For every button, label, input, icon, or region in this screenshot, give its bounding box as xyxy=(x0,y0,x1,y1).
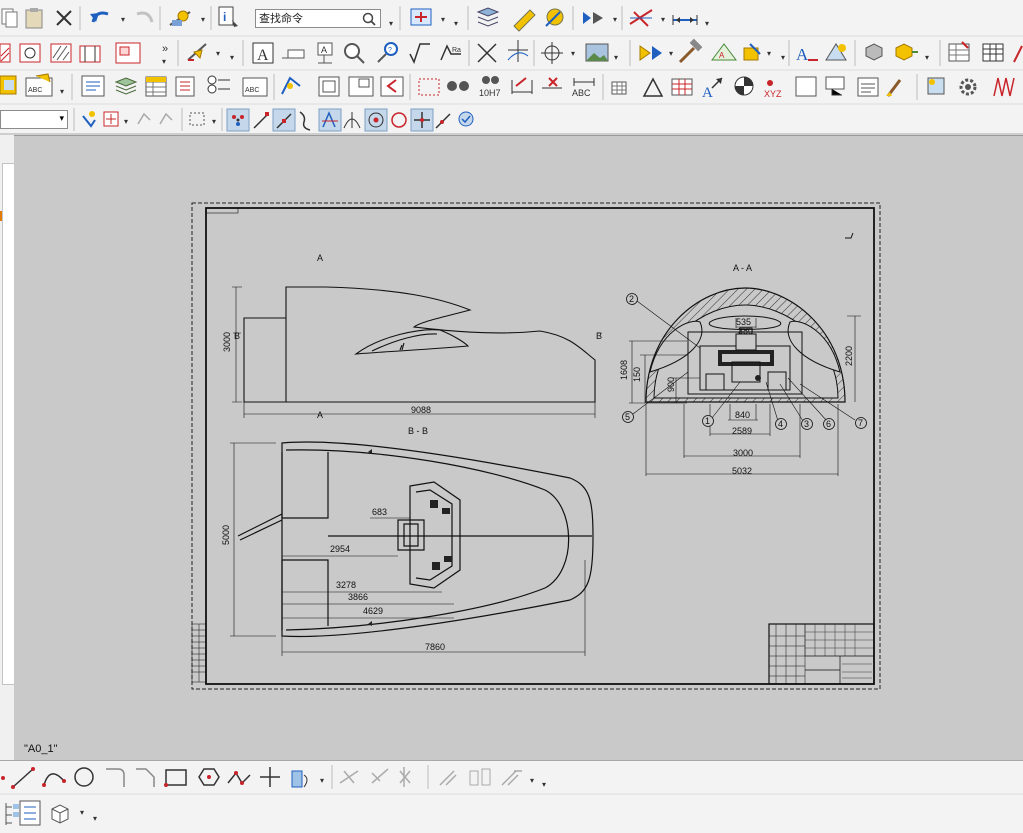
side-length-dim: 9088 xyxy=(411,405,431,415)
section-aa-title: A - A xyxy=(733,263,752,273)
sheet-name-label: "A0_1" xyxy=(24,743,58,755)
point-icon[interactable] xyxy=(1,776,5,780)
fillet-icon[interactable] xyxy=(106,768,125,787)
svg-text:▾: ▾ xyxy=(542,780,546,789)
section-dim-2200: 2200 xyxy=(844,346,854,366)
plan-dim-2954: 2954 xyxy=(330,544,350,554)
section-dim-1608: 1608 xyxy=(619,360,629,380)
balloon-7: 7 xyxy=(858,418,863,428)
section-mark-b-right: B xyxy=(596,331,602,341)
svg-text:▾: ▾ xyxy=(320,776,324,785)
section-mark-a-bottom: A xyxy=(317,410,323,420)
sheet-inner-border xyxy=(205,207,875,685)
svg-text:▾: ▾ xyxy=(80,808,84,817)
cross-point-icon[interactable] xyxy=(260,767,280,787)
plan-dim-683: 683 xyxy=(372,507,387,517)
section-dim-5032: 5032 xyxy=(732,466,752,476)
trim-icon[interactable] xyxy=(339,770,359,784)
section-dim-840: 840 xyxy=(735,410,750,420)
side-height-dim: 3000 xyxy=(222,332,232,352)
polygon-icon[interactable] xyxy=(198,768,220,786)
balloon-6: 6 xyxy=(826,419,831,429)
svg-text:▾: ▾ xyxy=(93,814,97,823)
section-dim-900: 900 xyxy=(666,377,676,392)
section-dim-380: 380 xyxy=(738,326,753,336)
plan-dim-4629: 4629 xyxy=(363,606,383,616)
offset-icon[interactable] xyxy=(439,770,457,786)
balloon-4: 4 xyxy=(778,419,783,429)
svg-text:▾: ▾ xyxy=(530,776,534,785)
spline-icon[interactable] xyxy=(227,771,251,785)
arc-icon[interactable] xyxy=(42,773,66,787)
line-icon[interactable] xyxy=(11,767,35,789)
bottom-toolbar-icons: ▾ ▾ ▾ ▾ ▾ xyxy=(0,765,1023,826)
rectangle-icon[interactable] xyxy=(164,769,187,787)
section-mark-b-left: B xyxy=(234,331,240,341)
model-tree-icon[interactable] xyxy=(5,803,19,825)
plan-dim-7860: 7860 xyxy=(425,642,445,652)
circle-icon[interactable] xyxy=(74,767,94,787)
3d-model-icon[interactable] xyxy=(51,804,69,824)
balloon-1: 1 xyxy=(705,416,710,426)
plan-dim-3866: 3866 xyxy=(348,592,368,602)
balloon-5: 5 xyxy=(625,412,630,422)
balloon-3: 3 xyxy=(804,419,809,429)
text-insert-icon[interactable] xyxy=(291,770,308,788)
hierarchy-icon[interactable] xyxy=(19,800,41,826)
section-dim-2589: 2589 xyxy=(732,426,752,436)
balloon-2: 2 xyxy=(629,294,634,304)
chamfer-icon[interactable] xyxy=(136,768,155,787)
plan-width-dim: 5000 xyxy=(221,525,231,545)
break-icon[interactable] xyxy=(399,767,411,787)
section-dim-150: 150 xyxy=(632,367,642,382)
drawing-sheet: 9088 3000 A A B B B - B 5000 683 2954 32… xyxy=(191,202,881,690)
extend-icon[interactable] xyxy=(371,768,389,784)
array-icon[interactable] xyxy=(501,770,522,786)
bottom-toolbar-area: ▾ ▾ ▾ ▾ ▾ xyxy=(0,760,1023,833)
mirror-icon[interactable] xyxy=(469,768,491,786)
section-dim-3000: 3000 xyxy=(733,448,753,458)
plan-dim-3278: 3278 xyxy=(336,580,356,590)
section-mark-a-top: A xyxy=(317,253,323,263)
section-bb-title: B - B xyxy=(408,426,428,436)
